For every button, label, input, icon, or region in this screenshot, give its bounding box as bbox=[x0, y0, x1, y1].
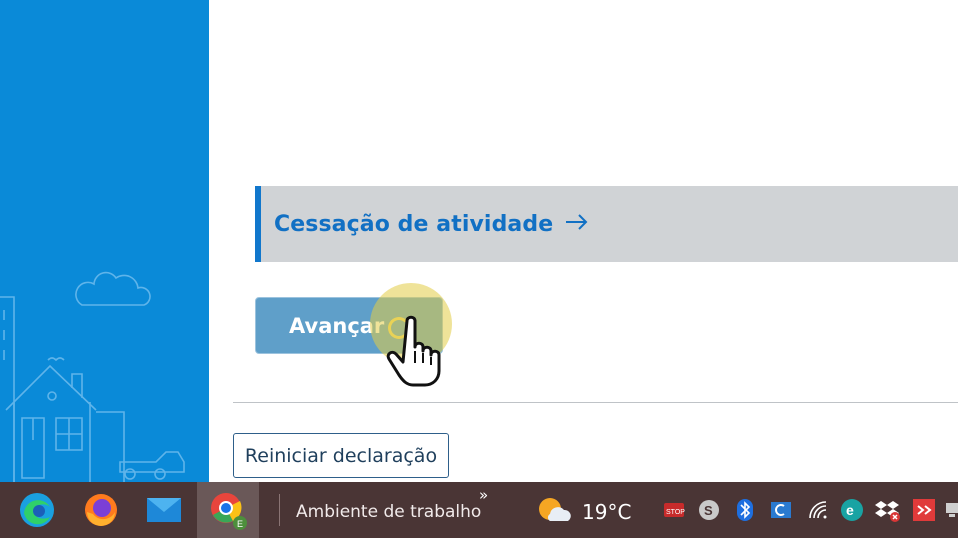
main-content: Cessação de atividade Avançar Reiniciar … bbox=[209, 0, 958, 482]
overflow-chevron-icon[interactable]: » bbox=[479, 486, 488, 504]
temperature-label[interactable]: 19°C bbox=[582, 500, 631, 524]
chrome-icon[interactable]: E bbox=[197, 482, 259, 538]
hand-cursor-icon bbox=[385, 315, 447, 392]
skype-icon[interactable]: S bbox=[695, 482, 723, 538]
activity-option-card[interactable]: Cessação de atividade bbox=[255, 186, 958, 262]
dropbox-icon[interactable] bbox=[874, 482, 902, 538]
activity-link[interactable]: Cessação de atividade bbox=[274, 212, 553, 237]
anydesk-icon[interactable] bbox=[910, 482, 938, 538]
svg-text:E: E bbox=[237, 519, 243, 529]
app-tray-icon[interactable] bbox=[767, 482, 795, 538]
svg-text:S: S bbox=[704, 503, 713, 518]
edge-icon[interactable] bbox=[14, 482, 60, 538]
house-illustration bbox=[0, 271, 185, 482]
arrow-right-icon bbox=[565, 213, 589, 235]
eset-icon[interactable]: e bbox=[838, 482, 866, 538]
network-icon[interactable] bbox=[944, 482, 958, 538]
workspace-label[interactable]: Ambiente de trabalho bbox=[296, 502, 481, 522]
sidebar-illustration bbox=[0, 0, 209, 482]
restart-button-label: Reiniciar declaração bbox=[244, 444, 438, 467]
svg-text:STOP: STOP bbox=[666, 509, 685, 516]
divider bbox=[233, 402, 958, 403]
bluetooth-icon[interactable] bbox=[731, 482, 759, 538]
taskbar-separator bbox=[279, 494, 280, 526]
svg-text:e: e bbox=[846, 502, 854, 518]
mail-icon[interactable] bbox=[141, 482, 187, 538]
weather-icon[interactable] bbox=[534, 482, 574, 538]
cloud-icon bbox=[75, 271, 151, 306]
restart-declaration-button[interactable]: Reiniciar declaração bbox=[233, 433, 449, 478]
firefox-icon[interactable] bbox=[78, 482, 124, 538]
stop-icon[interactable]: STOP bbox=[660, 482, 688, 538]
wifi-icon[interactable] bbox=[805, 482, 833, 538]
taskbar: E Ambiente de trabalho » 19°C STOP S e bbox=[0, 482, 958, 538]
